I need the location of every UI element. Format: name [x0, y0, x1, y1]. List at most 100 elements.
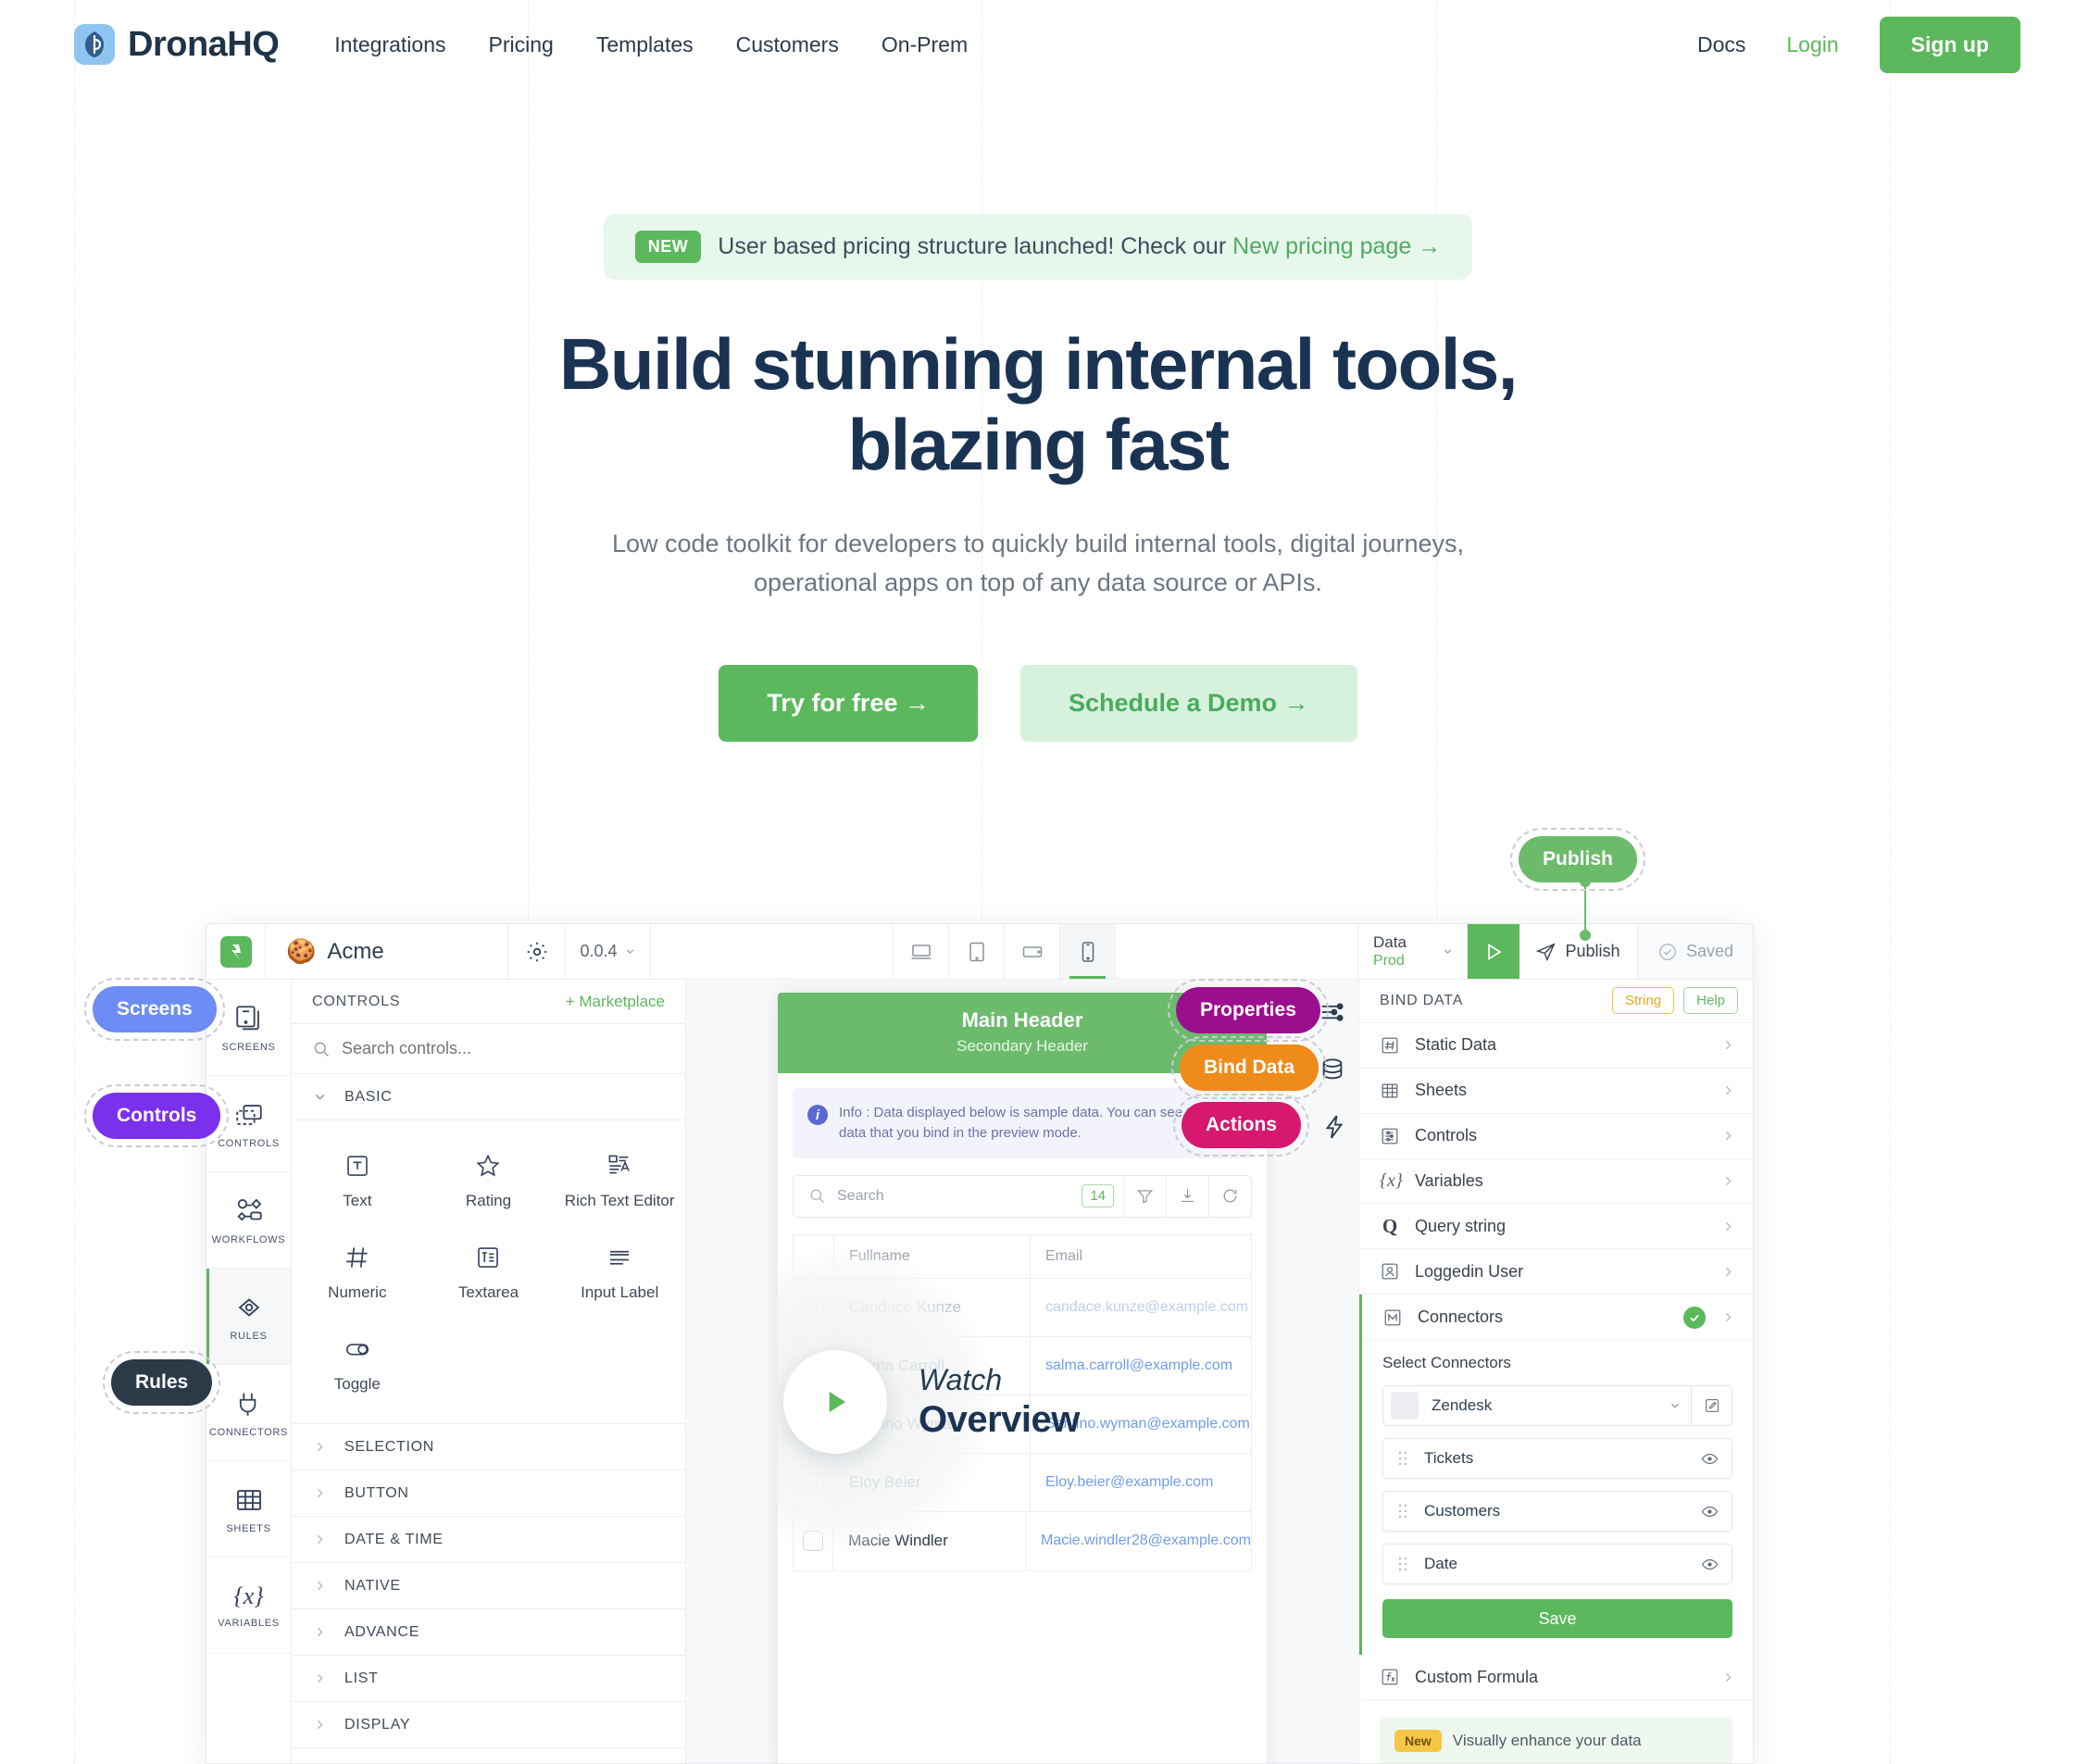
brand-logo[interactable]: DronaHQ: [74, 24, 280, 65]
properties-panel-icon[interactable]: [1319, 998, 1346, 1031]
controls-group-date-time[interactable]: DATE & TIME: [292, 1517, 685, 1563]
announcement-text: User based pricing structure launched! C…: [718, 233, 1442, 259]
filter-button[interactable]: [1123, 1175, 1166, 1217]
bind-item-sheets[interactable]: Sheets: [1359, 1069, 1753, 1114]
sidebar-item-controls[interactable]: CONTROLS: [206, 1076, 291, 1172]
connector-field-tickets[interactable]: Tickets: [1382, 1438, 1732, 1480]
publish-label: Publish: [1565, 942, 1620, 960]
app-name-area[interactable]: 🍪 Acme: [266, 924, 508, 979]
sidebar-item-screens[interactable]: SCREENS: [206, 980, 291, 1076]
sidebar-item-workflows[interactable]: WORKFLOWS: [206, 1172, 291, 1269]
controls-group-list[interactable]: LIST: [292, 1656, 685, 1702]
nav-link-onprem[interactable]: On-Prem: [882, 32, 968, 57]
actions-panel-icon[interactable]: [1320, 1113, 1348, 1145]
bind-item-query-string[interactable]: Q Query string: [1359, 1204, 1753, 1250]
bind-data-tags: String Help: [1611, 987, 1738, 1015]
controls-search[interactable]: [292, 1024, 685, 1074]
search-controls-input[interactable]: [342, 1039, 665, 1058]
announcement-link[interactable]: New pricing page →: [1232, 233, 1441, 259]
announcement-banner[interactable]: NEW User based pricing structure launche…: [603, 214, 1473, 280]
connector-field-date[interactable]: Date: [1382, 1544, 1732, 1585]
nav-link-login[interactable]: Login: [1786, 32, 1838, 57]
controls-grid: Text Rating Rich Text Editor Numeric Tex…: [292, 1120, 685, 1424]
rail-label: CONNECTORS: [208, 1426, 289, 1438]
controls-group-display[interactable]: DISPLAY: [292, 1702, 685, 1748]
app-logo[interactable]: [206, 924, 266, 979]
bind-data-panel-icon[interactable]: [1319, 1056, 1346, 1088]
sidebar-item-connectors[interactable]: CONNECTORS: [206, 1365, 291, 1461]
nav-link-docs[interactable]: Docs: [1697, 32, 1745, 57]
mobile-icon: [1082, 941, 1094, 962]
schedule-demo-button[interactable]: Schedule a Demo →: [1019, 665, 1357, 743]
watch-overview-overlay[interactable]: Watch Overview: [778, 1250, 1080, 1550]
controls-group-button[interactable]: BUTTON: [292, 1470, 685, 1517]
download-icon: [1182, 1189, 1194, 1203]
sidebar-item-rules[interactable]: RULES: [206, 1269, 291, 1365]
promo-banner[interactable]: New Visually enhance your data: [1380, 1717, 1732, 1763]
device-mobile-button[interactable]: [1060, 924, 1116, 979]
preview-play-button[interactable]: [1468, 924, 1519, 979]
controls-group-selection[interactable]: SELECTION: [292, 1424, 685, 1470]
control-numeric[interactable]: Numeric: [292, 1229, 423, 1320]
search-field[interactable]: Search: [794, 1187, 1082, 1205]
sidebar-item-sheets[interactable]: SHEETS: [206, 1461, 291, 1558]
saved-status: Saved: [1638, 924, 1753, 979]
bind-item-label: Query string: [1415, 1216, 1507, 1235]
type-tag-string[interactable]: String: [1611, 987, 1675, 1015]
control-input-label[interactable]: Input Label: [554, 1229, 685, 1320]
chevron-right-icon: [1725, 1267, 1732, 1276]
device-tablet-landscape-button[interactable]: [1005, 924, 1060, 979]
controls-group-basic[interactable]: BASIC: [292, 1074, 685, 1120]
preview-search-bar[interactable]: Search 14: [793, 1174, 1252, 1218]
save-button[interactable]: Save: [1382, 1599, 1732, 1639]
cell-email: Eloy.beier@example.com: [1045, 1473, 1214, 1490]
brand-name: DronaHQ: [128, 24, 280, 64]
bind-item-variables[interactable]: {x} Variables: [1359, 1159, 1753, 1205]
control-textarea[interactable]: Textarea: [423, 1229, 555, 1320]
chevron-right-icon: [317, 1534, 323, 1545]
control-toggle[interactable]: Toggle: [292, 1320, 423, 1412]
rules-icon: [238, 1297, 259, 1317]
bind-data-title: BIND DATA: [1380, 992, 1464, 1008]
workflows-icon: [236, 1198, 262, 1221]
controls-group-advance[interactable]: ADVANCE: [292, 1609, 685, 1656]
signup-button[interactable]: Sign up: [1879, 16, 2020, 73]
control-rating[interactable]: Rating: [423, 1137, 555, 1229]
nav-link-integrations[interactable]: Integrations: [334, 32, 445, 57]
hero-cta-row: Try for free → Schedule a Demo →: [0, 665, 2076, 743]
nav-link-templates[interactable]: Templates: [596, 32, 694, 57]
control-rich-text-editor[interactable]: Rich Text Editor: [554, 1137, 685, 1229]
play-video-button[interactable]: [783, 1350, 887, 1454]
bind-item-custom-formula[interactable]: Custom Formula: [1359, 1655, 1753, 1701]
device-desktop-button[interactable]: [894, 924, 949, 979]
connector-field-customers[interactable]: Customers: [1382, 1491, 1732, 1533]
nav-link-customers[interactable]: Customers: [736, 32, 839, 57]
edit-connector-button[interactable]: [1691, 1386, 1732, 1426]
publish-button[interactable]: Publish: [1519, 924, 1638, 979]
refresh-button[interactable]: [1208, 1175, 1251, 1217]
device-tablet-button[interactable]: [949, 924, 1005, 979]
control-text[interactable]: Text: [292, 1137, 423, 1229]
controls-group-label: BUTTON: [344, 1484, 409, 1501]
bind-item-connectors[interactable]: Connectors: [1362, 1295, 1753, 1342]
try-for-free-button[interactable]: Try for free →: [719, 665, 978, 743]
sidebar-item-variables[interactable]: {x} VARIABLES: [206, 1558, 291, 1654]
bind-item-loggedin-user[interactable]: Loggedin User: [1359, 1249, 1753, 1295]
help-button[interactable]: Help: [1683, 987, 1738, 1015]
chevron-right-icon: [317, 1442, 323, 1452]
drag-handle-icon: [1398, 1504, 1407, 1519]
bind-item-label: Static Data: [1415, 1035, 1497, 1055]
nav-link-pricing[interactable]: Pricing: [489, 32, 554, 57]
connector-select[interactable]: Zendesk: [1382, 1385, 1732, 1427]
version-selector[interactable]: 0.0.4: [566, 924, 651, 979]
connector-m-icon: [1384, 1309, 1401, 1326]
bind-item-controls[interactable]: Controls: [1359, 1114, 1753, 1159]
data-env-selector[interactable]: Data Prod: [1358, 924, 1468, 979]
download-button[interactable]: [1166, 1175, 1208, 1217]
bind-item-label: Sheets: [1415, 1081, 1468, 1100]
field-label: Tickets: [1424, 1449, 1474, 1468]
settings-button[interactable]: [508, 924, 566, 979]
marketplace-link[interactable]: + Marketplace: [566, 993, 665, 1011]
controls-group-native[interactable]: NATIVE: [292, 1563, 685, 1609]
bind-item-static-data[interactable]: Static Data: [1359, 1023, 1753, 1069]
